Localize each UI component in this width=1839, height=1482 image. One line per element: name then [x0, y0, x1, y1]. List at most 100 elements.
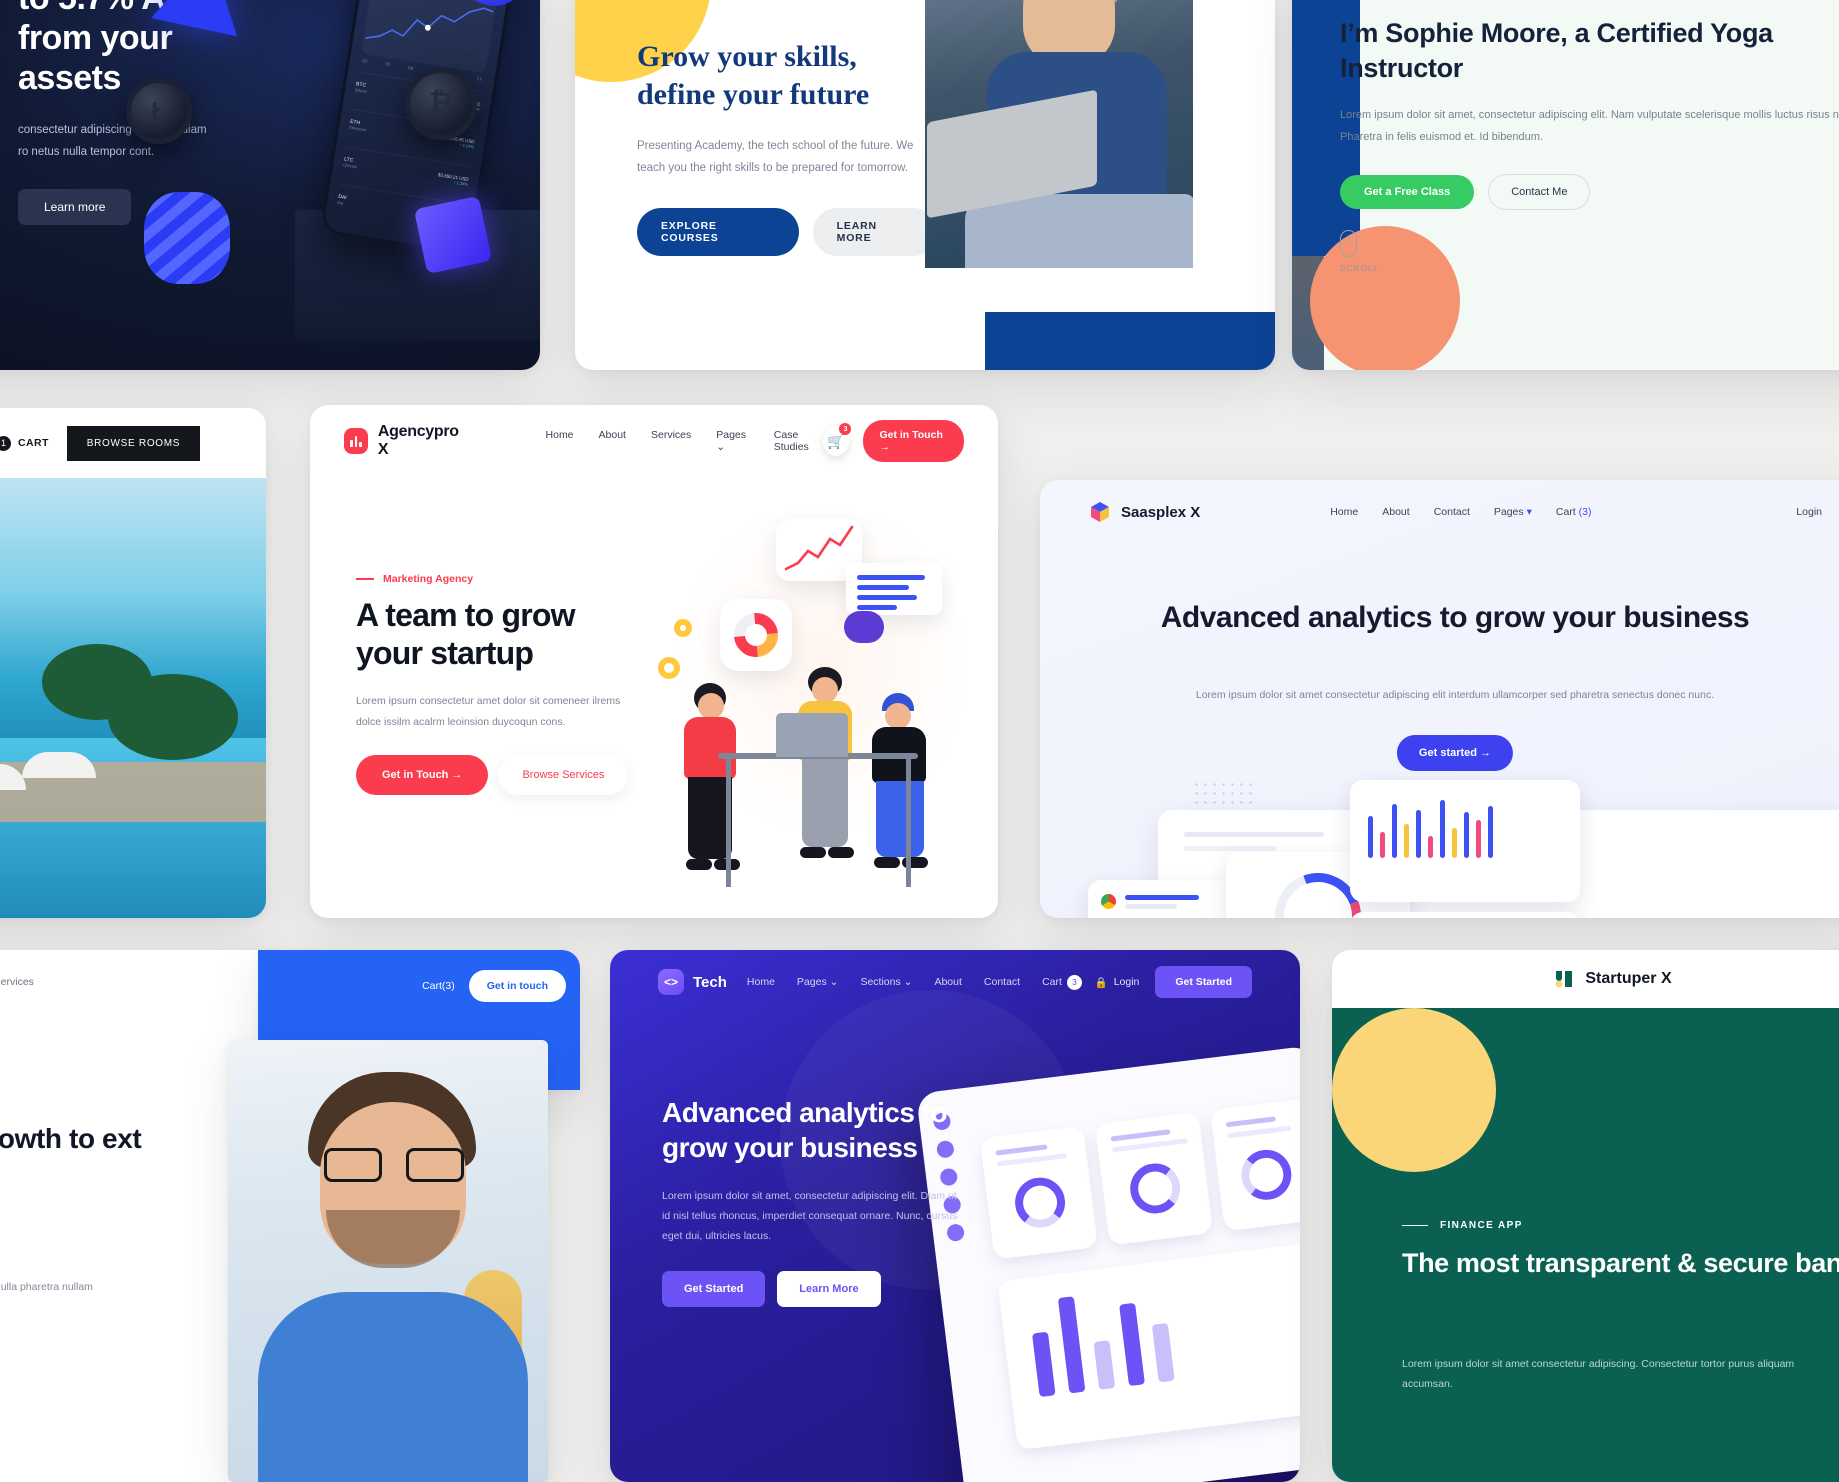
nav-item-home[interactable]: Home [747, 976, 775, 988]
nav-item-case-studies[interactable]: Case Studies [774, 429, 823, 453]
crypto-learn-more-button[interactable]: Learn more [18, 188, 132, 225]
cart-count-badge: (3) [1578, 506, 1592, 518]
botleft-navbar[interactable]: ncy X Home About Pages ⌄ Services [0, 950, 280, 1014]
startuper-logo[interactable]: Startuper X [1552, 967, 1672, 991]
range-1y[interactable]: 1Y [476, 76, 482, 82]
spiral-decoration [144, 192, 230, 284]
nav-item-cart[interactable]: Cart (3) [1556, 506, 1592, 518]
startuper-landing-card[interactable]: Startuper X FINANCE APP The most transpa… [1332, 950, 1839, 1482]
botleft-body: sit amet, consectetur adipiscing elit. M… [0, 1281, 93, 1293]
nav-item-sections[interactable]: Sections ⌄ [860, 976, 912, 988]
contact-me-button[interactable]: Contact Me [1488, 173, 1591, 210]
range-1m[interactable]: 1M [407, 65, 414, 71]
academy-student-photo [925, 0, 1193, 268]
laptop-icon [776, 713, 848, 757]
tech-nav-links[interactable]: Home Pages ⌄ Sections ⌄ About Contact Ca… [747, 974, 1082, 990]
nav-item-pages[interactable]: Pages ▾ [1494, 506, 1532, 518]
cart-icon[interactable]: 🛒 3 [822, 423, 852, 456]
yellow-circle-decoration [1332, 1008, 1496, 1172]
saasplex-navbar[interactable]: Saasplex X Home About Contact Pages ▾ Ca… [1040, 480, 1839, 544]
learn-more-button[interactable]: Learn More [777, 1270, 881, 1307]
saasplex-landing-card[interactable]: Saasplex X Home About Contact Pages ▾ Ca… [1040, 480, 1839, 918]
startuper-hero-panel [1332, 1008, 1839, 1482]
get-started-button[interactable]: Get Started [662, 1270, 766, 1307]
agency-logo[interactable]: Agencypro X [344, 423, 466, 459]
nav-item-about[interactable]: About [1382, 506, 1409, 518]
startuper-navbar[interactable]: Startuper X [1332, 950, 1839, 1008]
nav-item-home[interactable]: Home [546, 429, 574, 453]
agency-button-group: Get in Touch → Browse Services [356, 754, 646, 795]
tech-logo[interactable]: <> Tech [658, 969, 727, 995]
saasplex-login-link[interactable]: Login [1796, 506, 1822, 518]
saasplex-body: Lorem ipsum dolor sit amet consectetur a… [1195, 689, 1715, 701]
nav-item-about[interactable]: About [934, 976, 961, 988]
nav-item-services[interactable]: Services [0, 976, 34, 988]
yoga-body: Lorem ipsum dolor sit amet, consectetur … [1340, 109, 1839, 143]
startuper-headline: The most transparent & secure banking [1402, 1248, 1839, 1278]
nav-item-contact[interactable]: Contact [1434, 506, 1470, 518]
botleft-nav-links[interactable]: Home About Pages ⌄ Services [0, 976, 34, 988]
nav-item-contact[interactable]: Contact [984, 976, 1020, 988]
dashboard-chart-card [997, 1241, 1300, 1451]
browse-rooms-button[interactable]: BROWSE ROOMS [66, 425, 201, 461]
donut-chart-card [720, 599, 792, 671]
asset-name: Bitcoin [354, 87, 368, 94]
nav-item-pages[interactable]: Pages ⌄ [797, 976, 839, 988]
learn-more-button[interactable]: LEARN MORE [812, 207, 937, 256]
dashboard-metric-card [1210, 1098, 1300, 1232]
agency-nav-links[interactable]: Home About Services Pages ⌄ Case Studies [546, 429, 823, 453]
text-lines-card [846, 563, 942, 615]
chevron-down-icon: ⌄ [716, 441, 726, 453]
nav-item-cart[interactable]: Cart 3 [1042, 974, 1082, 990]
cart-indicator[interactable]: 1 CART [0, 435, 49, 451]
get-in-touch-button[interactable]: Get in Touch → [356, 754, 489, 795]
hotel-landing-card[interactable]: ts 1 CART BROWSE ROOMS [0, 408, 266, 918]
desk-leg [906, 759, 911, 887]
get-free-class-button[interactable]: Get a Free Class [1340, 174, 1475, 209]
nav-get-in-touch-button[interactable]: Get in Touch → [863, 420, 965, 462]
person-illustration [866, 693, 932, 885]
nav-item-pages[interactable]: Pages ⌄ [716, 429, 749, 453]
get-in-touch-button[interactable]: Get in touch [468, 970, 566, 1002]
tech-brand-name: Tech [693, 973, 727, 991]
tech-body: Lorem ipsum dolor sit amet, consectetur … [662, 1189, 958, 1243]
yoga-landing-card[interactable]: I’m Sophie Moore, a Certified Yoga Instr… [1292, 0, 1839, 370]
range-7d[interactable]: 7D [384, 61, 390, 67]
leaf-logo-icon [1555, 971, 1573, 988]
mouse-icon [1340, 230, 1357, 257]
agencypro-landing-card[interactable]: Agencypro X Home About Services Pages ⌄ … [310, 405, 998, 918]
startuper-brand-name: Startuper X [1585, 970, 1672, 987]
crypto-landing-card[interactable]: to 5.7% APY from your assets consectetur… [0, 0, 540, 370]
nav-get-started-button[interactable]: Get Started [1155, 966, 1252, 998]
tech-nav-actions[interactable]: 🔒 Login Get Started [1095, 966, 1252, 998]
agency-brand-name: Agencypro X [377, 423, 459, 458]
hotel-navbar[interactable]: 1 CART BROWSE ROOMS [0, 408, 266, 478]
tech-landing-card[interactable]: <> Tech Home Pages ⌄ Sections ⌄ About Co… [610, 950, 1300, 1482]
person-illustration [680, 683, 742, 883]
saasplex-headline: Advanced analytics to grow your business [1160, 601, 1750, 634]
photo-jeans [965, 194, 1193, 268]
lock-icon: 🔒 [1094, 976, 1108, 989]
agency-navbar[interactable]: Agencypro X Home About Services Pages ⌄ … [310, 405, 998, 477]
nav-item-about[interactable]: About [599, 429, 626, 453]
agency-headline: A team to grow your startup [356, 597, 576, 671]
blueblock-actions[interactable]: Cart(3) Get in touch [422, 970, 566, 1002]
nav-item-home[interactable]: Home [1330, 506, 1358, 518]
saasplex-logo[interactable]: Saasplex X [1088, 500, 1200, 524]
dashboard-metric-card [1094, 1111, 1214, 1246]
explore-courses-button[interactable]: EXPLORE COURSES [637, 207, 799, 256]
yoga-copy-block: I’m Sophie Moore, a Certified Yoga Instr… [1340, 16, 1839, 210]
get-started-button[interactable]: Get started → [1396, 735, 1514, 771]
academy-landing-card[interactable]: Grow your skills, define your future Pre… [575, 0, 1275, 370]
photo-shirt [258, 1292, 528, 1482]
saasplex-nav-links[interactable]: Home About Contact Pages ▾ Cart (3) [1330, 506, 1591, 518]
agency-nav-actions[interactable]: 🛒 3 Get in Touch → [822, 420, 965, 462]
gear-icon [658, 657, 680, 679]
tech-navbar[interactable]: <> Tech Home Pages ⌄ Sections ⌄ About Co… [610, 950, 1300, 1014]
range-1d[interactable]: 1D [362, 58, 368, 64]
dot-grid-decoration [1192, 780, 1252, 814]
nav-item-services[interactable]: Services [651, 429, 691, 453]
cart-label[interactable]: Cart(3) [422, 980, 455, 992]
browse-services-button[interactable]: Browse Services [498, 754, 629, 795]
login-link[interactable]: 🔒 Login [1095, 976, 1140, 989]
